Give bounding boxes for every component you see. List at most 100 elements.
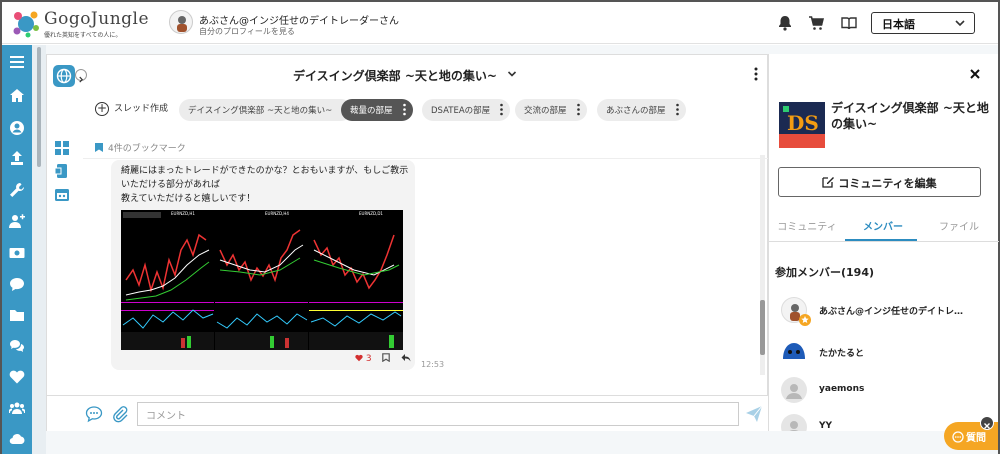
logo-icon — [13, 11, 39, 38]
edit-community-label: コミュニティを編集 — [838, 177, 937, 190]
tab-dayswing[interactable]: デイスイング倶楽部 ~天と地の集い~ — [179, 99, 353, 121]
comments-icon[interactable] — [9, 338, 25, 354]
page-bottom-area — [46, 431, 998, 454]
tab-exchange-room[interactable]: 交流の部屋 — [515, 99, 587, 121]
chevron-down-icon[interactable] — [507, 69, 517, 79]
send-icon[interactable] — [745, 405, 763, 423]
avatar — [781, 339, 807, 365]
tab-label: 裁量の部屋 — [350, 106, 393, 116]
tab-members[interactable]: メンバー — [845, 218, 921, 233]
calendar-icon[interactable] — [55, 187, 69, 201]
logo-tagline: 優れた英知をすべての人に。 — [44, 32, 122, 39]
help-close-button[interactable] — [980, 416, 994, 430]
top-bar: GogoJungle 優れた英知をすべての人に。 あぶさん@インジ任せのデイトレ… — [2, 2, 998, 44]
paperclip-icon[interactable] — [111, 405, 129, 423]
tab-dsatea-room[interactable]: DSATEAの部屋 — [422, 99, 511, 121]
chat-icon[interactable] — [9, 276, 25, 292]
edit-community-button[interactable]: コミュニティを編集 — [778, 167, 981, 197]
globe-icon — [56, 68, 72, 84]
bookmark-icon[interactable] — [382, 353, 391, 363]
page-background — [46, 45, 998, 54]
tab-label: デイスイング倶楽部 ~天と地の集い~ — [188, 106, 333, 116]
more-options-icon[interactable] — [500, 103, 503, 116]
expand-button[interactable] — [75, 69, 87, 83]
bookmark-bar[interactable]: 4件のブックマーク — [83, 133, 769, 159]
sidebar — [2, 45, 32, 454]
chart-label: EURNZD,H1 — [171, 211, 195, 216]
user-icon[interactable] — [9, 120, 25, 136]
like-count: 3 — [365, 354, 372, 364]
profile-name: あぶさん@インジ任せのデイトレーダーさん — [199, 16, 399, 27]
thread-scroll-thumb[interactable] — [760, 300, 765, 355]
svg-text:DS: DS — [787, 111, 819, 135]
comment-composer: コメント — [47, 395, 769, 432]
heart-icon[interactable] — [9, 369, 25, 385]
document-icon[interactable] — [55, 164, 69, 178]
folder-icon[interactable] — [9, 307, 25, 323]
tab-community[interactable]: コミュニティ — [769, 218, 845, 233]
more-options-icon[interactable] — [576, 103, 580, 116]
chat-bubble-icon[interactable] — [85, 405, 103, 423]
reply-icon[interactable] — [401, 353, 411, 362]
community-title: デイスイング倶楽部 ~天と地の集い~ — [293, 69, 497, 83]
active-tab-indicator — [845, 239, 917, 241]
cloud-icon[interactable] — [9, 431, 25, 447]
chart-panel-h4: EURNZD,H4 — [215, 210, 308, 350]
message-bubble: 綺麗にはまったトレードができたのかな？とおもいますが、もしご教示いただける部分が… — [111, 160, 415, 370]
tab-abu-room[interactable]: あぶさんの部屋 — [597, 99, 686, 121]
more-options-icon[interactable] — [754, 67, 758, 81]
thread-scrollbar[interactable] — [760, 155, 765, 375]
bookmark-label: 4件のブックマーク — [108, 144, 186, 154]
community-info-panel: DS デイスイング倶楽部 ~天と地の集い~ コミュニティを編集 コミュニティ メ… — [768, 54, 999, 440]
chart-panel-d1: EURNZD,D1 — [309, 210, 403, 350]
bookmark-icon — [95, 143, 103, 152]
grid-icon[interactable] — [55, 141, 69, 155]
plus-icon: + — [95, 100, 109, 116]
close-icon — [984, 423, 990, 429]
tab-discretion-room[interactable]: 裁量の部屋 — [341, 99, 413, 121]
home-icon[interactable] — [9, 88, 25, 104]
group-icon[interactable] — [9, 400, 25, 416]
more-options-icon[interactable] — [402, 103, 406, 116]
chart-screenshot[interactable]: EURNZD,H1 EURNZD,H4 EURNZD,D1 — [121, 210, 403, 350]
bell-icon[interactable] — [777, 15, 793, 31]
comment-placeholder: コメント — [146, 411, 186, 422]
message-time: 12:53 — [421, 360, 445, 369]
book-icon[interactable] — [841, 15, 857, 31]
edit-icon — [822, 177, 835, 188]
menu-icon[interactable] — [9, 54, 25, 70]
cart-icon[interactable] — [808, 15, 824, 31]
message-line: 綺麗にはまったトレードができたのかな？とおもいますが、もしご教示いただける部分が… — [121, 166, 409, 190]
message-line: 教えていただけると嬉しいです！ — [121, 194, 256, 204]
avatar — [781, 377, 807, 403]
money-icon[interactable] — [9, 245, 25, 261]
tab-label: 交流の部屋 — [524, 106, 567, 116]
profile-sub: 自分のプロフィールを見る — [199, 27, 295, 36]
chart-panel-h1: EURNZD,H1 — [121, 210, 214, 350]
comment-input[interactable]: コメント — [137, 402, 739, 426]
question-chat-icon — [952, 431, 964, 443]
reaction-bar: 3 — [355, 353, 411, 364]
upload-icon[interactable] — [9, 150, 25, 166]
member-name: YY — [819, 421, 833, 431]
wrench-icon[interactable] — [9, 182, 25, 198]
chart-label: EURNZD,H4 — [265, 211, 289, 216]
close-icon[interactable] — [969, 68, 981, 80]
tab-label: あぶさんの部屋 — [606, 106, 666, 116]
community-tabs: コミュニティ メンバー ファイル — [769, 214, 999, 242]
logo-name: GogoJungle — [44, 9, 150, 29]
new-thread-button[interactable]: + スレッド作成 — [95, 101, 168, 116]
thread-panel: デイスイング倶楽部 ~天と地の集い~ + スレッド作成 デイスイング倶楽部 ~天と… — [46, 54, 769, 432]
chart-label: EURNZD,D1 — [359, 211, 383, 216]
add-user-icon[interactable] — [9, 213, 25, 229]
globe-button[interactable] — [53, 65, 75, 87]
sidebar-scroll-thumb[interactable] — [37, 47, 41, 167]
language-select[interactable]: 日本語 — [871, 12, 975, 34]
message-text: 綺麗にはまったトレードができたのかな？とおもいますが、もしご教示いただける部分が… — [121, 164, 411, 206]
logo[interactable]: GogoJungle 優れた英知をすべての人に。 — [12, 8, 152, 40]
bookmark-count: 4件のブックマーク — [95, 141, 186, 154]
members-heading: 参加メンバー(194) — [775, 266, 875, 279]
tab-files[interactable]: ファイル — [921, 218, 997, 233]
more-options-icon[interactable] — [675, 103, 679, 116]
like-button[interactable]: 3 — [355, 354, 372, 364]
